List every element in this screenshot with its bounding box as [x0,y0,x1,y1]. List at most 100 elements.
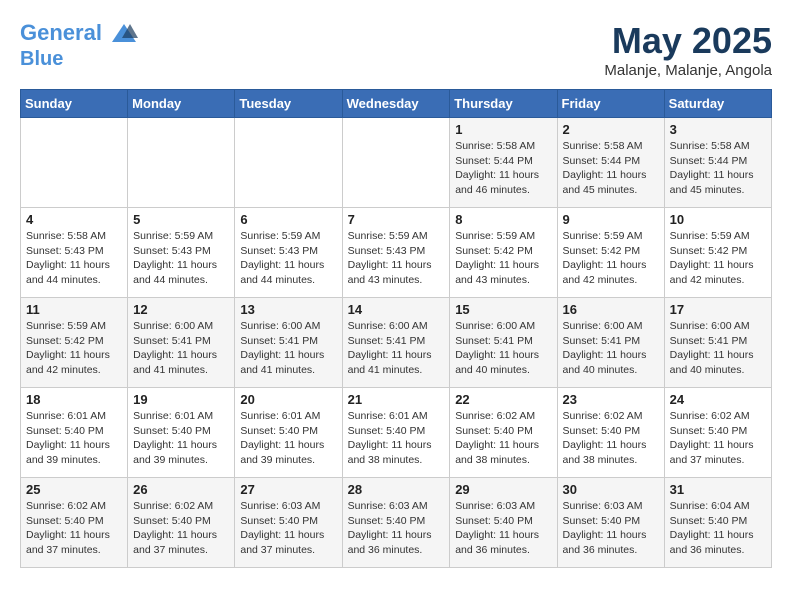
month-title: May 2025 [604,20,772,62]
day-number: 25 [26,482,122,497]
day-number: 6 [240,212,336,227]
calendar-cell: 10 Sunrise: 5:59 AM Sunset: 5:42 PM Dayli… [664,208,771,298]
calendar-cell: 3 Sunrise: 5:58 AM Sunset: 5:44 PM Daylig… [664,118,771,208]
calendar-cell: 16 Sunrise: 6:00 AM Sunset: 5:41 PM Dayli… [557,298,664,388]
logo-blue: Blue [20,48,138,70]
day-info: Sunrise: 5:59 AM Sunset: 5:42 PM Dayligh… [455,229,551,288]
day-number: 14 [348,302,445,317]
day-info: Sunrise: 5:59 AM Sunset: 5:43 PM Dayligh… [133,229,229,288]
weekday-header: Saturday [664,90,771,118]
calendar-cell: 2 Sunrise: 5:58 AM Sunset: 5:44 PM Daylig… [557,118,664,208]
calendar-cell: 9Sunrise: 5:59 AM Sunset: 5:42 PM Daylig… [557,208,664,298]
calendar-cell: 8Sunrise: 5:59 AM Sunset: 5:42 PM Daylig… [450,208,557,298]
day-number: 18 [26,392,122,407]
day-info: Sunrise: 5:58 AM Sunset: 5:44 PM Dayligh… [563,139,659,198]
day-info: Sunrise: 6:02 AM Sunset: 5:40 PM Dayligh… [26,499,122,558]
weekday-header: Friday [557,90,664,118]
day-info: Sunrise: 6:02 AM Sunset: 5:40 PM Dayligh… [563,409,659,468]
calendar-cell: 21Sunrise: 6:01 AM Sunset: 5:40 PM Dayli… [342,388,450,478]
calendar-week-row: 4Sunrise: 5:58 AM Sunset: 5:43 PM Daylig… [21,208,772,298]
day-info: Sunrise: 6:03 AM Sunset: 5:40 PM Dayligh… [240,499,336,558]
calendar-cell: 20 Sunrise: 6:01 AM Sunset: 5:40 PM Dayli… [235,388,342,478]
day-info: Sunrise: 5:59 AM Sunset: 5:43 PM Dayligh… [240,229,336,288]
calendar-cell: 31Sunrise: 6:04 AM Sunset: 5:40 PM Dayli… [664,478,771,568]
calendar-cell [342,118,450,208]
calendar-week-row: 18 Sunrise: 6:01 AM Sunset: 5:40 PM Dayli… [21,388,772,478]
day-number: 29 [455,482,551,497]
calendar-cell: 18 Sunrise: 6:01 AM Sunset: 5:40 PM Dayli… [21,388,128,478]
calendar-cell: 14Sunrise: 6:00 AM Sunset: 5:41 PM Dayli… [342,298,450,388]
day-number: 19 [133,392,229,407]
calendar-cell: 30 Sunrise: 6:03 AM Sunset: 5:40 PM Dayli… [557,478,664,568]
day-info: Sunrise: 6:02 AM Sunset: 5:40 PM Dayligh… [133,499,229,558]
calendar-cell: 17Sunrise: 6:00 AM Sunset: 5:41 PM Dayli… [664,298,771,388]
day-info: Sunrise: 6:01 AM Sunset: 5:40 PM Dayligh… [26,409,122,468]
calendar-week-row: 11 Sunrise: 5:59 AM Sunset: 5:42 PM Dayli… [21,298,772,388]
day-number: 9 [563,212,659,227]
logo: General Blue [20,20,138,70]
weekday-header: Tuesday [235,90,342,118]
day-info: Sunrise: 5:59 AM Sunset: 5:42 PM Dayligh… [670,229,766,288]
day-info: Sunrise: 6:02 AM Sunset: 5:40 PM Dayligh… [670,409,766,468]
day-number: 22 [455,392,551,407]
logo-icon [110,20,138,48]
calendar-cell: 28Sunrise: 6:03 AM Sunset: 5:40 PM Dayli… [342,478,450,568]
day-number: 28 [348,482,445,497]
day-number: 2 [563,122,659,137]
day-info: Sunrise: 5:59 AM Sunset: 5:42 PM Dayligh… [26,319,122,378]
calendar-cell: 4Sunrise: 5:58 AM Sunset: 5:43 PM Daylig… [21,208,128,298]
calendar-cell: 24 Sunrise: 6:02 AM Sunset: 5:40 PM Dayli… [664,388,771,478]
day-number: 31 [670,482,766,497]
calendar-cell: 22 Sunrise: 6:02 AM Sunset: 5:40 PM Dayli… [450,388,557,478]
weekday-header: Monday [128,90,235,118]
day-info: Sunrise: 5:59 AM Sunset: 5:43 PM Dayligh… [348,229,445,288]
calendar-cell: 12Sunrise: 6:00 AM Sunset: 5:41 PM Dayli… [128,298,235,388]
calendar-cell [21,118,128,208]
calendar-week-row: 25 Sunrise: 6:02 AM Sunset: 5:40 PM Dayli… [21,478,772,568]
day-number: 10 [670,212,766,227]
calendar-cell: 25 Sunrise: 6:02 AM Sunset: 5:40 PM Dayli… [21,478,128,568]
weekday-header: Sunday [21,90,128,118]
calendar-cell: 13 Sunrise: 6:00 AM Sunset: 5:41 PM Dayli… [235,298,342,388]
weekday-header: Thursday [450,90,557,118]
day-info: Sunrise: 6:01 AM Sunset: 5:40 PM Dayligh… [348,409,445,468]
calendar-cell: 15 Sunrise: 6:00 AM Sunset: 5:41 PM Dayli… [450,298,557,388]
day-info: Sunrise: 6:03 AM Sunset: 5:40 PM Dayligh… [563,499,659,558]
day-info: Sunrise: 5:58 AM Sunset: 5:44 PM Dayligh… [670,139,766,198]
subtitle: Malanje, Malanje, Angola [604,62,772,79]
day-number: 5 [133,212,229,227]
day-number: 11 [26,302,122,317]
day-info: Sunrise: 6:00 AM Sunset: 5:41 PM Dayligh… [240,319,336,378]
calendar-cell: 23 Sunrise: 6:02 AM Sunset: 5:40 PM Dayli… [557,388,664,478]
day-number: 3 [670,122,766,137]
calendar-cell: 26Sunrise: 6:02 AM Sunset: 5:40 PM Dayli… [128,478,235,568]
day-number: 23 [563,392,659,407]
title-block: May 2025 Malanje, Malanje, Angola [604,20,772,79]
day-info: Sunrise: 6:00 AM Sunset: 5:41 PM Dayligh… [455,319,551,378]
day-number: 20 [240,392,336,407]
day-number: 4 [26,212,122,227]
day-info: Sunrise: 6:01 AM Sunset: 5:40 PM Dayligh… [133,409,229,468]
calendar-table: SundayMondayTuesdayWednesdayThursdayFrid… [20,89,772,568]
day-info: Sunrise: 6:00 AM Sunset: 5:41 PM Dayligh… [133,319,229,378]
weekday-header-row: SundayMondayTuesdayWednesdayThursdayFrid… [21,90,772,118]
day-number: 13 [240,302,336,317]
day-number: 24 [670,392,766,407]
calendar-cell [235,118,342,208]
day-info: Sunrise: 6:02 AM Sunset: 5:40 PM Dayligh… [455,409,551,468]
calendar-cell: 5 Sunrise: 5:59 AM Sunset: 5:43 PM Daylig… [128,208,235,298]
day-info: Sunrise: 6:00 AM Sunset: 5:41 PM Dayligh… [563,319,659,378]
calendar-cell: 19 Sunrise: 6:01 AM Sunset: 5:40 PM Dayli… [128,388,235,478]
calendar-cell: 27Sunrise: 6:03 AM Sunset: 5:40 PM Dayli… [235,478,342,568]
calendar-cell: 11 Sunrise: 5:59 AM Sunset: 5:42 PM Dayli… [21,298,128,388]
calendar-cell: 1Sunrise: 5:58 AM Sunset: 5:44 PM Daylig… [450,118,557,208]
day-number: 16 [563,302,659,317]
day-number: 1 [455,122,551,137]
day-info: Sunrise: 6:01 AM Sunset: 5:40 PM Dayligh… [240,409,336,468]
day-number: 30 [563,482,659,497]
page-header: General Blue May 2025 Malanje, Malanje, … [20,20,772,79]
logo-text: General [20,20,138,48]
day-number: 15 [455,302,551,317]
calendar-cell: 6 Sunrise: 5:59 AM Sunset: 5:43 PM Daylig… [235,208,342,298]
day-number: 7 [348,212,445,227]
